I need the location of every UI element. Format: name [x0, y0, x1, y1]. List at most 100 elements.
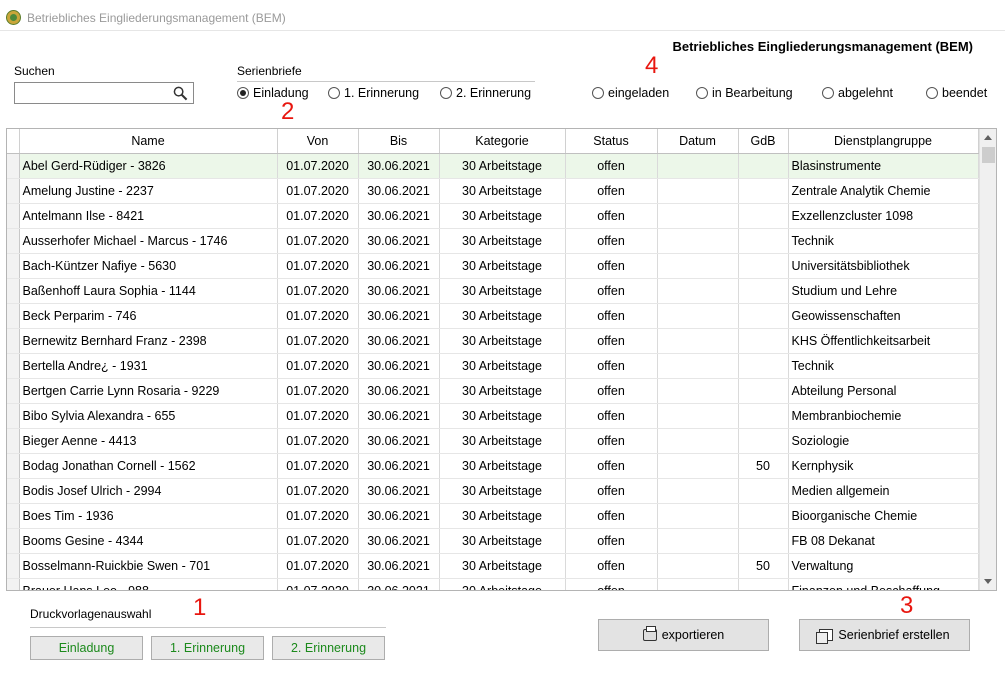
cell-gdb[interactable] — [738, 478, 789, 504]
cell-bis[interactable]: 30.06.2021 — [358, 553, 440, 579]
cell-status[interactable]: offen — [565, 178, 658, 204]
row-selector[interactable] — [7, 478, 20, 504]
radio-beendet[interactable]: beendet — [926, 86, 987, 100]
table-row[interactable]: Boes Tim - 1936 01.07.2020 30.06.2021 30 Ar… — [7, 503, 979, 529]
row-selector[interactable] — [7, 578, 20, 590]
scrollbar-thumb[interactable] — [982, 147, 995, 163]
cell-kategorie[interactable]: 30 Arbeitstage — [439, 303, 566, 329]
cell-gdb[interactable] — [738, 378, 789, 404]
row-selector[interactable] — [7, 528, 20, 554]
table-row[interactable]: Bertella Andre¿ - 1931 01.07.2020 30.06.20… — [7, 353, 979, 379]
cell-datum[interactable] — [657, 478, 739, 504]
cell-status[interactable]: offen — [565, 253, 658, 279]
cell-von[interactable]: 01.07.2020 — [277, 453, 359, 479]
cell-dienstplangruppe[interactable]: Technik — [788, 353, 979, 379]
column-header-von[interactable]: Von — [277, 129, 359, 154]
cell-kategorie[interactable]: 30 Arbeitstage — [439, 428, 566, 454]
cell-kategorie[interactable]: 30 Arbeitstage — [439, 503, 566, 529]
cell-gdb[interactable] — [738, 503, 789, 529]
row-selector[interactable] — [7, 503, 20, 529]
cell-name[interactable]: Bibo Sylvia Alexandra - 655 — [19, 403, 278, 429]
cell-datum[interactable] — [657, 528, 739, 554]
cell-von[interactable]: 01.07.2020 — [277, 203, 359, 229]
column-header-name[interactable]: Name — [19, 129, 278, 154]
cell-bis[interactable]: 30.06.2021 — [358, 178, 440, 204]
cell-name[interactable]: Amelung Justine - 2237 — [19, 178, 278, 204]
cell-name[interactable]: Abel Gerd-Rüdiger - 3826 — [19, 153, 278, 179]
cell-status[interactable]: offen — [565, 378, 658, 404]
template-erinnerung-1-button[interactable]: 1. Erinnerung — [151, 636, 264, 660]
cell-kategorie[interactable]: 30 Arbeitstage — [439, 453, 566, 479]
cell-datum[interactable] — [657, 253, 739, 279]
table-row[interactable]: Bertgen Carrie Lynn Rosaria - 9229 01.07.… — [7, 378, 979, 404]
cell-datum[interactable] — [657, 353, 739, 379]
cell-von[interactable]: 01.07.2020 — [277, 403, 359, 429]
row-selector[interactable] — [7, 428, 20, 454]
cell-name[interactable]: Booms Gesine - 4344 — [19, 528, 278, 554]
cell-dienstplangruppe[interactable]: Medien allgemein — [788, 478, 979, 504]
cell-von[interactable]: 01.07.2020 — [277, 278, 359, 304]
radio-abgelehnt[interactable]: abgelehnt — [822, 86, 893, 100]
column-header-datum[interactable]: Datum — [657, 129, 739, 154]
cell-von[interactable]: 01.07.2020 — [277, 553, 359, 579]
radio-in-bearbeitung[interactable]: in Bearbeitung — [696, 86, 793, 100]
cell-kategorie[interactable]: 30 Arbeitstage — [439, 178, 566, 204]
cell-name[interactable]: Brauer Hans Leo - 988 — [19, 578, 278, 590]
cell-gdb[interactable] — [738, 528, 789, 554]
cell-status[interactable]: offen — [565, 528, 658, 554]
row-selector[interactable] — [7, 453, 20, 479]
cell-status[interactable]: offen — [565, 228, 658, 254]
cell-kategorie[interactable]: 30 Arbeitstage — [439, 553, 566, 579]
table-row[interactable]: Brauer Hans Leo - 988 01.07.2020 30.06.202… — [7, 578, 979, 590]
cell-kategorie[interactable]: 30 Arbeitstage — [439, 228, 566, 254]
cell-gdb[interactable] — [738, 203, 789, 229]
cell-bis[interactable]: 30.06.2021 — [358, 503, 440, 529]
cell-bis[interactable]: 30.06.2021 — [358, 353, 440, 379]
export-button[interactable]: exportieren — [598, 619, 769, 651]
cell-dienstplangruppe[interactable]: Finanzen und Beschaffung — [788, 578, 979, 590]
table-row[interactable]: Booms Gesine - 4344 01.07.2020 30.06.2021 3… — [7, 528, 979, 554]
template-einladung-button[interactable]: Einladung — [30, 636, 143, 660]
cell-name[interactable]: Bodag Jonathan Cornell - 1562 — [19, 453, 278, 479]
cell-dienstplangruppe[interactable]: Universitätsbibliothek — [788, 253, 979, 279]
column-header-dienstplangruppe[interactable]: Dienstplangruppe — [788, 129, 979, 154]
cell-bis[interactable]: 30.06.2021 — [358, 528, 440, 554]
column-header-kategorie[interactable]: Kategorie — [439, 129, 566, 154]
search-icon[interactable] — [173, 86, 188, 101]
cell-status[interactable]: offen — [565, 478, 658, 504]
cell-status[interactable]: offen — [565, 203, 658, 229]
cell-von[interactable]: 01.07.2020 — [277, 228, 359, 254]
row-selector[interactable] — [7, 353, 20, 379]
cell-datum[interactable] — [657, 578, 739, 590]
table-row[interactable]: Bach-Küntzer Nafiye - 5630 01.07.2020 30.0… — [7, 253, 979, 279]
row-selector[interactable] — [7, 328, 20, 354]
cell-status[interactable]: offen — [565, 303, 658, 329]
row-selector[interactable] — [7, 403, 20, 429]
cell-datum[interactable] — [657, 153, 739, 179]
cell-datum[interactable] — [657, 378, 739, 404]
cell-status[interactable]: offen — [565, 353, 658, 379]
cell-name[interactable]: Bach-Küntzer Nafiye - 5630 — [19, 253, 278, 279]
cell-datum[interactable] — [657, 453, 739, 479]
cell-dienstplangruppe[interactable]: Zentrale Analytik Chemie — [788, 178, 979, 204]
row-selector[interactable] — [7, 228, 20, 254]
table-row[interactable]: Baßenhoff Laura Sophia - 1144 01.07.2020 3… — [7, 278, 979, 304]
cell-gdb[interactable] — [738, 428, 789, 454]
cell-datum[interactable] — [657, 178, 739, 204]
cell-dienstplangruppe[interactable]: Blasinstrumente — [788, 153, 979, 179]
cell-kategorie[interactable]: 30 Arbeitstage — [439, 253, 566, 279]
cell-kategorie[interactable]: 30 Arbeitstage — [439, 203, 566, 229]
cell-name[interactable]: Bieger Aenne - 4413 — [19, 428, 278, 454]
cell-dienstplangruppe[interactable]: Exzellenzcluster 1098 — [788, 203, 979, 229]
table-row[interactable]: Antelmann Ilse - 8421 01.07.2020 30.06.202… — [7, 203, 979, 229]
cell-dienstplangruppe[interactable]: Verwaltung — [788, 553, 979, 579]
cell-von[interactable]: 01.07.2020 — [277, 328, 359, 354]
template-erinnerung-2-button[interactable]: 2. Erinnerung — [272, 636, 385, 660]
cell-dienstplangruppe[interactable]: Membranbiochemie — [788, 403, 979, 429]
cell-bis[interactable]: 30.06.2021 — [358, 228, 440, 254]
cell-dienstplangruppe[interactable]: Soziologie — [788, 428, 979, 454]
cell-von[interactable]: 01.07.2020 — [277, 428, 359, 454]
cell-kategorie[interactable]: 30 Arbeitstage — [439, 278, 566, 304]
cell-status[interactable]: offen — [565, 578, 658, 590]
column-header-status[interactable]: Status — [565, 129, 658, 154]
